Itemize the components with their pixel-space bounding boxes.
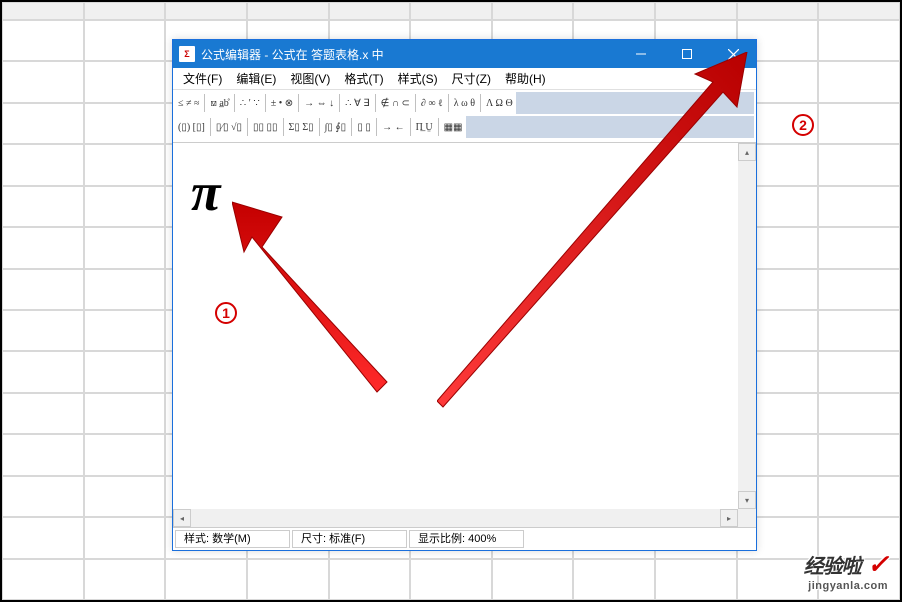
toolbar-row-1: ≤ ≠ ≈ ⟏ a̲b̊ ∴ ′ ∵ ± • ⊗ → ⇔ ↓ ∴ ∀ ∃ ∉ ∩… xyxy=(175,92,754,114)
palette-operators[interactable]: ± • ⊗ xyxy=(268,93,296,113)
title-bar[interactable]: Σ 公式编辑器 - 公式在 答题表格.x 中 xyxy=(173,40,756,68)
menu-help[interactable]: 帮助(H) xyxy=(499,68,552,89)
window-title: 公式编辑器 - 公式在 答题表格.x 中 xyxy=(201,46,618,63)
status-bar: 样式: 数学(M) 尺寸: 标准(F) 显示比例: 400% xyxy=(173,528,756,550)
watermark-text: 经验啦 xyxy=(804,556,861,578)
status-size-label: 尺寸: xyxy=(301,533,326,545)
palette-misc-symbols[interactable]: ∂ ∞ ℓ xyxy=(418,93,446,113)
status-style-value: 数学(M) xyxy=(212,533,251,545)
menu-size[interactable]: 尺寸(Z) xyxy=(446,68,497,89)
maximize-button[interactable] xyxy=(664,40,710,68)
palette-spaces[interactable]: ∴ ′ ∵ xyxy=(237,93,263,113)
annotation-marker-2: 2 xyxy=(792,114,814,136)
palette-greek-lower[interactable]: λ ω θ xyxy=(451,93,478,113)
annotation-marker-1: 1 xyxy=(215,302,237,324)
palette-logical[interactable]: ∴ ∀ ∃ xyxy=(342,93,373,113)
palette-set-theory[interactable]: ∉ ∩ ⊂ xyxy=(378,93,413,113)
palette-arrows[interactable]: → ⇔ ↓ xyxy=(301,93,337,113)
palette-labeled-arrows[interactable]: → ← xyxy=(379,117,408,137)
menu-edit[interactable]: 编辑(E) xyxy=(230,68,282,89)
status-style: 样式: 数学(M) xyxy=(175,530,290,548)
scroll-left-button[interactable]: ◂ xyxy=(173,509,191,527)
palette-matrices[interactable]: ▦▦ xyxy=(441,117,466,137)
status-zoom-label: 显示比例: xyxy=(418,533,465,545)
palette-embellishments[interactable]: ⟏ a̲b̊ xyxy=(207,93,231,113)
scroll-right-button[interactable]: ▸ xyxy=(720,509,738,527)
equation-canvas[interactable]: π xyxy=(173,143,738,509)
palette-fences[interactable]: (▯) [▯] xyxy=(175,117,208,137)
pi-symbol: π xyxy=(191,161,220,223)
status-size-value: 标准(F) xyxy=(329,533,365,545)
palette-relations[interactable]: ≤ ≠ ≈ xyxy=(175,93,202,113)
scroll-corner xyxy=(738,509,756,527)
app-icon: Σ xyxy=(179,46,195,62)
watermark-url: jingyanla.com xyxy=(804,580,888,592)
vertical-scrollbar[interactable]: ▴ ▾ xyxy=(738,143,756,509)
palette-under-over-bar[interactable]: ▯ ▯ xyxy=(354,117,374,137)
menu-view[interactable]: 视图(V) xyxy=(284,68,336,89)
status-zoom: 显示比例: 400% xyxy=(409,530,524,548)
editor-area[interactable]: π ▴ ▾ ◂ ▸ xyxy=(173,143,756,528)
scroll-track-h[interactable] xyxy=(191,509,720,527)
menu-bar: 文件(F) 编辑(E) 视图(V) 格式(T) 样式(S) 尺寸(Z) 帮助(H… xyxy=(173,68,756,90)
palette-products[interactable]: Π̲ Ṳ xyxy=(413,117,436,137)
scroll-up-button[interactable]: ▴ xyxy=(738,143,756,161)
toolbar-row-2: (▯) [▯] ▯⁄▯ √▯ ▯▯ ▯▯ Σ▯ Σ▯ ∫▯ ∮▯ ▯ ▯ → ←… xyxy=(175,116,754,138)
watermark-check-icon: ✓ xyxy=(867,549,888,579)
equation-editor-window: Σ 公式编辑器 - 公式在 答题表格.x 中 文件(F) 编辑(E) 视图(V)… xyxy=(172,39,757,551)
toolbar-area: ≤ ≠ ≈ ⟏ a̲b̊ ∴ ′ ∵ ± • ⊗ → ⇔ ↓ ∴ ∀ ∃ ∉ ∩… xyxy=(173,90,756,143)
menu-format[interactable]: 格式(T) xyxy=(338,68,389,89)
palette-fractions-radicals[interactable]: ▯⁄▯ √▯ xyxy=(213,117,245,137)
scroll-track-v[interactable] xyxy=(738,161,756,491)
status-style-label: 样式: xyxy=(184,533,209,545)
watermark: 经验啦 ✓ jingyanla.com xyxy=(804,549,888,592)
horizontal-scrollbar[interactable]: ◂ ▸ xyxy=(173,509,738,527)
palette-integrals[interactable]: ∫▯ ∮▯ xyxy=(322,117,349,137)
minimize-button[interactable] xyxy=(618,40,664,68)
palette-summation[interactable]: Σ▯ Σ▯ xyxy=(286,117,317,137)
palette-sub-sup[interactable]: ▯▯ ▯▯ xyxy=(250,117,281,137)
status-size: 尺寸: 标准(F) xyxy=(292,530,407,548)
status-zoom-value: 400% xyxy=(468,533,496,545)
close-button[interactable] xyxy=(710,40,756,68)
menu-style[interactable]: 样式(S) xyxy=(392,68,444,89)
palette-greek-upper[interactable]: Λ Ω Θ xyxy=(483,93,516,113)
scroll-down-button[interactable]: ▾ xyxy=(738,491,756,509)
menu-file[interactable]: 文件(F) xyxy=(177,68,228,89)
